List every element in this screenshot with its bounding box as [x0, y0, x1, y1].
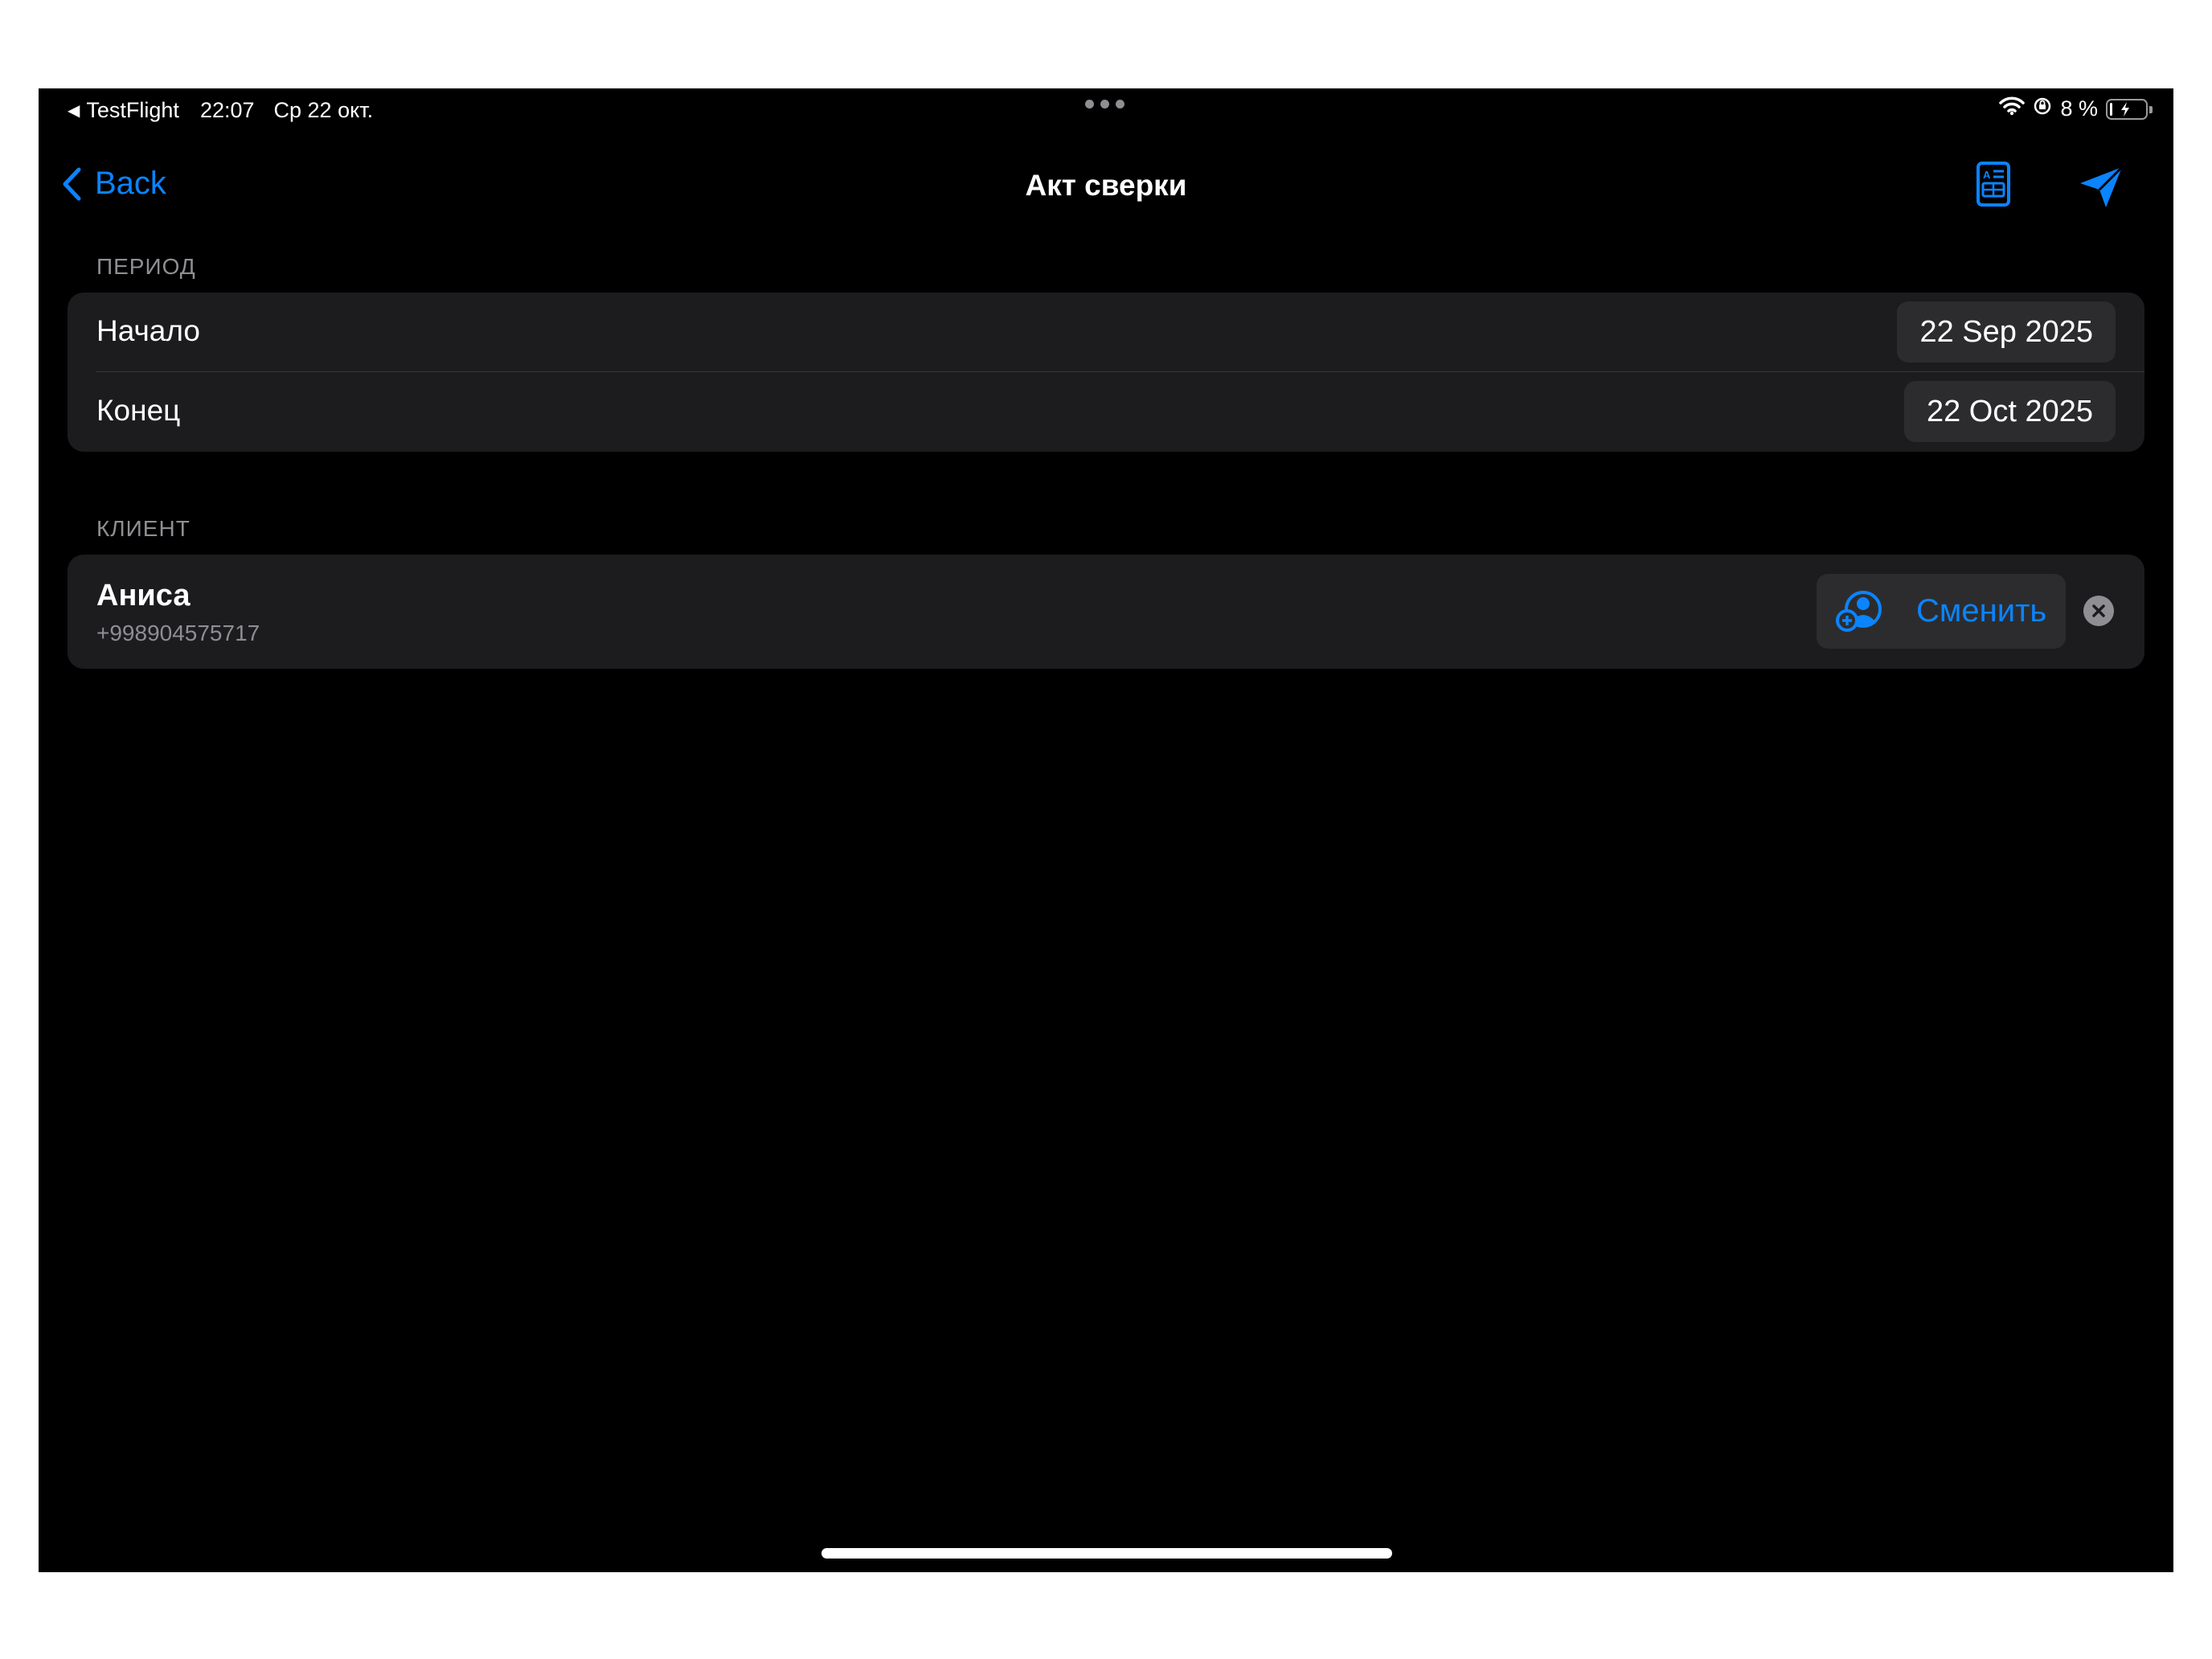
person-add-icon [1836, 590, 1882, 632]
battery-charging-icon [2106, 98, 2153, 120]
client-header: КЛИЕНТ [96, 516, 190, 541]
status-left: ◀ TestFlight 22:07 Ср 22 окт. [68, 98, 373, 123]
home-indicator [821, 1548, 1392, 1559]
status-time: 22:07 [199, 98, 255, 122]
period-header: ПЕРИОД [96, 254, 196, 279]
period-end-row: Конец 22 Oct 2025 [68, 372, 2144, 451]
status-date: Ср 22 окт. [273, 98, 374, 122]
page-title: Акт сверки [1025, 169, 1187, 202]
period-card: Начало 22 Sep 2025 Конец 22 Oct 2025 [68, 293, 2144, 452]
clear-client-button[interactable] [2083, 596, 2114, 626]
send-icon [2080, 166, 2124, 207]
period-start-date-picker[interactable]: 22 Sep 2025 [1897, 301, 2116, 363]
navigation-bar: Back Акт сверки A [39, 151, 2173, 231]
app-screen: ◀ TestFlight 22:07 Ср 22 окт. 8 % Back А… [39, 88, 2173, 1572]
change-client-label: Сменить [1916, 593, 2047, 629]
period-start-label: Начало [96, 314, 200, 347]
status-bar: ◀ TestFlight 22:07 Ср 22 окт. 8 % [39, 88, 2173, 137]
clear-icon [2092, 604, 2105, 617]
period-end-date-picker[interactable]: 22 Oct 2025 [1903, 381, 2116, 442]
period-end-label: Конец [96, 394, 181, 427]
change-client-button[interactable]: Сменить [1817, 574, 2066, 649]
document-button[interactable]: A [1976, 161, 2011, 211]
wifi-icon [1999, 96, 2026, 121]
document-icon: A [1976, 162, 2010, 207]
send-button[interactable] [2079, 166, 2124, 213]
battery-percent: 8 % [2060, 96, 2098, 121]
status-right: 8 % [1999, 96, 2153, 121]
back-to-app-label[interactable]: TestFlight [86, 98, 179, 123]
back-to-app-icon[interactable]: ◀ [68, 100, 80, 121]
orientation-lock-icon [2033, 96, 2052, 121]
client-phone: +998904575717 [96, 621, 260, 645]
multitasking-dots-icon[interactable] [1085, 100, 1124, 109]
client-card: Аниса +998904575717 Сменить [68, 555, 2144, 669]
client-name: Аниса [96, 579, 190, 612]
svg-text:A: A [1983, 169, 1991, 181]
period-start-row: Начало 22 Sep 2025 [68, 293, 2144, 371]
